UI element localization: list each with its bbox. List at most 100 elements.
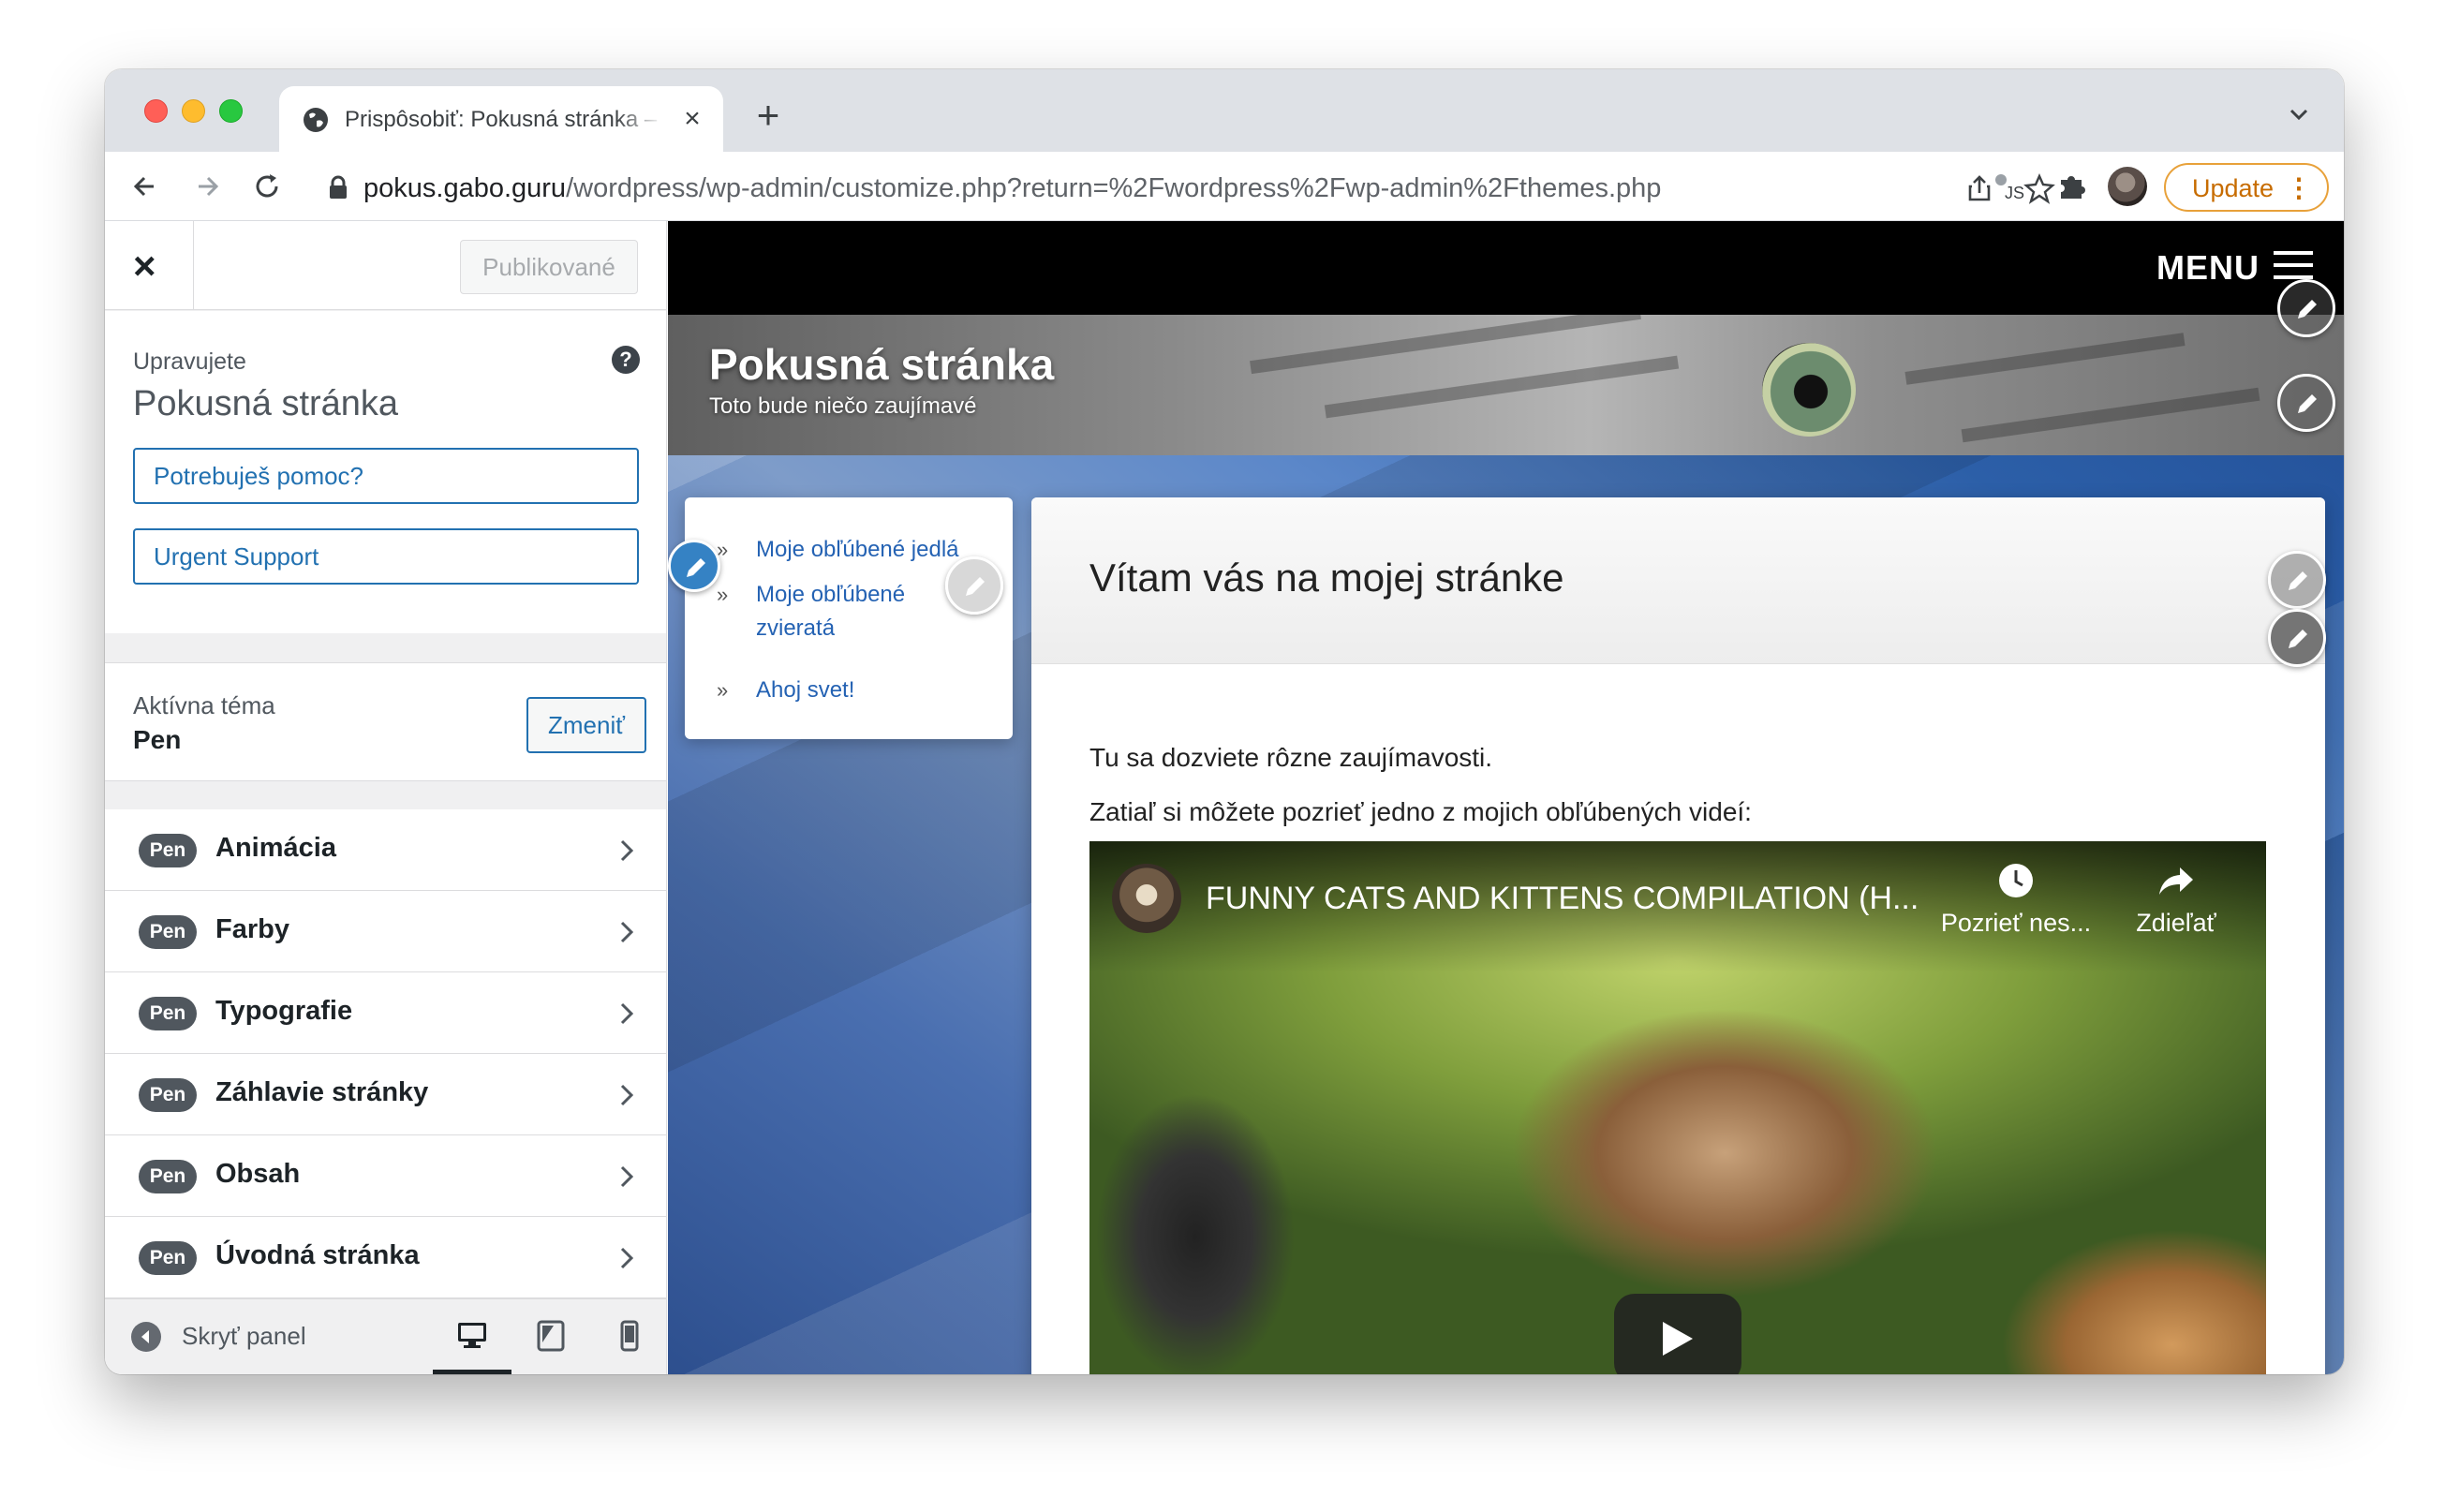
tab-search-chevron-icon[interactable] <box>2286 103 2312 126</box>
chevron-right-icon <box>620 1165 634 1188</box>
menu-widget: » Moje obľúbené jedlá » Moje obľúbené zv… <box>685 497 1013 739</box>
share-video-button[interactable]: Zdieľať <box>2120 860 2232 938</box>
tab-title: Prispôsobiť: Pokusná stránka – ... <box>345 107 663 132</box>
browser-window: Prispôsobiť: Pokusná stránka – ... × + p… <box>105 69 2344 1374</box>
chevron-right-icon <box>620 1084 634 1106</box>
reload-icon[interactable] <box>249 169 285 204</box>
section-label: Typografie <box>215 996 353 1026</box>
window-minimize-button[interactable] <box>182 99 205 123</box>
post-paragraph: Zatiaľ si môžete pozrieť jedno z mojich … <box>1089 797 1752 826</box>
publish-button[interactable]: Publikované <box>460 240 638 294</box>
section-label: Obsah <box>215 1159 301 1189</box>
theme-badge: Pen <box>139 834 197 867</box>
share-video-label: Zdieľať <box>2136 909 2216 937</box>
collapse-sidebar-icon[interactable] <box>131 1322 161 1352</box>
section-label: Úvodná stránka <box>215 1240 420 1270</box>
customizer-info: Upravujete Pokusná stránka ? Potrebuješ … <box>105 311 666 633</box>
menu-item-zvierata[interactable]: » Moje obľúbené zvieratá <box>717 578 936 645</box>
post-title[interactable]: Vítam vás na mojej stránke <box>1089 556 1564 600</box>
video-title[interactable]: FUNNY CATS AND KITTENS COMPILATION (H... <box>1206 881 1927 917</box>
menu-item-label: Ahoj svet! <box>756 677 855 703</box>
preview-desktop-button[interactable] <box>433 1299 511 1374</box>
window-maximize-button[interactable] <box>219 99 243 123</box>
hamburger-icon[interactable] <box>2274 249 2313 281</box>
preview-mobile-button[interactable] <box>590 1299 666 1374</box>
fur-stripe <box>1250 315 1641 375</box>
edit-shortcut-menu[interactable] <box>2277 279 2335 337</box>
edit-shortcut-post-title[interactable] <box>2268 551 2326 609</box>
forward-icon[interactable] <box>189 169 225 204</box>
star-icon[interactable] <box>2022 172 2057 204</box>
puzzle-icon[interactable] <box>2053 169 2089 204</box>
section-animacia[interactable]: Pen Animácia <box>105 809 666 891</box>
menu-toggle-label[interactable]: MENU <box>2156 248 2260 288</box>
tab-close-icon[interactable]: × <box>678 105 706 133</box>
menu-item-label: Moje obľúbené zvieratá <box>756 582 906 641</box>
active-theme-panel: Aktívna téma Pen Zmeniť <box>105 662 666 781</box>
customizer-footer: Skryť panel <box>105 1298 666 1374</box>
section-farby[interactable]: Pen Farby <box>105 891 666 972</box>
active-theme-label: Aktívna téma <box>133 691 275 719</box>
pencil-icon <box>966 577 985 596</box>
edit-shortcut-widget[interactable] <box>668 540 720 592</box>
section-label: Farby <box>215 914 289 944</box>
post-header: Vítam vás na mojej stránke <box>1031 497 2325 664</box>
site-topbar: MENU <box>668 221 2344 315</box>
youtube-embed[interactable]: FUNNY CATS AND KITTENS COMPILATION (H...… <box>1089 841 2266 1374</box>
close-customizer-button[interactable]: × <box>105 221 194 310</box>
help-icon[interactable]: ? <box>612 346 640 374</box>
extension-js-icon[interactable]: JS <box>1990 169 2025 204</box>
menu-arrow: » <box>717 678 729 702</box>
tab-customize[interactable]: Prispôsobiť: Pokusná stránka – ... × <box>279 86 723 152</box>
play-button[interactable] <box>1614 1294 1741 1374</box>
edit-shortcut-header[interactable] <box>2277 374 2335 432</box>
section-zahlavie[interactable]: Pen Záhlavie stránky <box>105 1054 666 1135</box>
post-paragraph: Tu sa dozviete rôzne zaujímavosti. <box>1089 743 1493 772</box>
section-label: Záhlavie stránky <box>215 1077 429 1107</box>
url-text: pokus.gabo.guru/wordpress/wp-admin/custo… <box>363 173 1661 204</box>
collapse-sidebar-button[interactable]: Skryť panel <box>182 1322 306 1351</box>
new-tab-button[interactable]: + <box>749 96 787 135</box>
urgent-support-button[interactable]: Urgent Support <box>133 528 639 585</box>
chevron-right-icon <box>620 1002 634 1025</box>
site-preview: MENU Pokusná stránka Toto bude niečo zau… <box>668 221 2344 1374</box>
menu-item-label: Moje obľúbené jedlá <box>756 537 959 562</box>
address-bar[interactable]: pokus.gabo.guru/wordpress/wp-admin/custo… <box>305 161 2055 214</box>
edit-shortcut-menu-widget[interactable] <box>945 556 1003 615</box>
site-title[interactable]: Pokusná stránka <box>709 339 1054 390</box>
close-icon: × <box>133 244 156 288</box>
help-link-button[interactable]: Potrebuješ pomoc? <box>133 448 639 504</box>
watch-later-button[interactable]: Pozrieť nes... <box>1936 860 2096 938</box>
customizer-sidebar: × Publikované Upravujete Pokusná stránka… <box>105 221 667 1374</box>
update-button[interactable]: Update ⋮ <box>2164 163 2329 212</box>
share-arrow-icon <box>2159 867 2193 895</box>
channel-avatar[interactable] <box>1112 864 1181 933</box>
menu-item-ahoj-svet[interactable]: » Ahoj svet! <box>717 674 855 707</box>
section-uvodna-stranka[interactable]: Pen Úvodná stránka <box>105 1217 666 1298</box>
menu-arrow: » <box>717 583 729 606</box>
pencil-icon <box>687 558 705 577</box>
chevron-right-icon <box>620 1247 634 1269</box>
section-obsah[interactable]: Pen Obsah <box>105 1135 666 1217</box>
theme-badge: Pen <box>139 997 197 1030</box>
site-tagline: Toto bude niečo zaujímavé <box>709 393 977 419</box>
edit-shortcut-post-content[interactable] <box>2268 609 2326 667</box>
change-theme-button[interactable]: Zmeniť <box>526 697 646 753</box>
window-close-button[interactable] <box>144 99 168 123</box>
play-icon <box>1663 1322 1693 1356</box>
chevron-right-icon <box>620 921 634 943</box>
globe-icon <box>304 108 328 132</box>
pencil-icon <box>2298 394 2317 413</box>
back-icon[interactable] <box>127 169 163 204</box>
site-header-image: Pokusná stránka Toto bude niečo zaujímav… <box>668 315 2344 455</box>
post-card: Vítam vás na mojej stránke Tu sa dozviet… <box>1031 497 2325 1374</box>
profile-avatar[interactable] <box>2108 167 2147 206</box>
active-theme-name: Pen <box>133 725 182 754</box>
fur-stripe <box>1324 355 1680 419</box>
preview-tablet-button[interactable] <box>511 1299 590 1374</box>
watch-later-label: Pozrieť nes... <box>1940 909 2092 937</box>
menu-item-jedla[interactable]: » Moje obľúbené jedlá <box>717 533 959 567</box>
section-typografie[interactable]: Pen Typografie <box>105 972 666 1054</box>
clock-icon <box>1999 864 2033 897</box>
theme-badge: Pen <box>139 1078 197 1112</box>
